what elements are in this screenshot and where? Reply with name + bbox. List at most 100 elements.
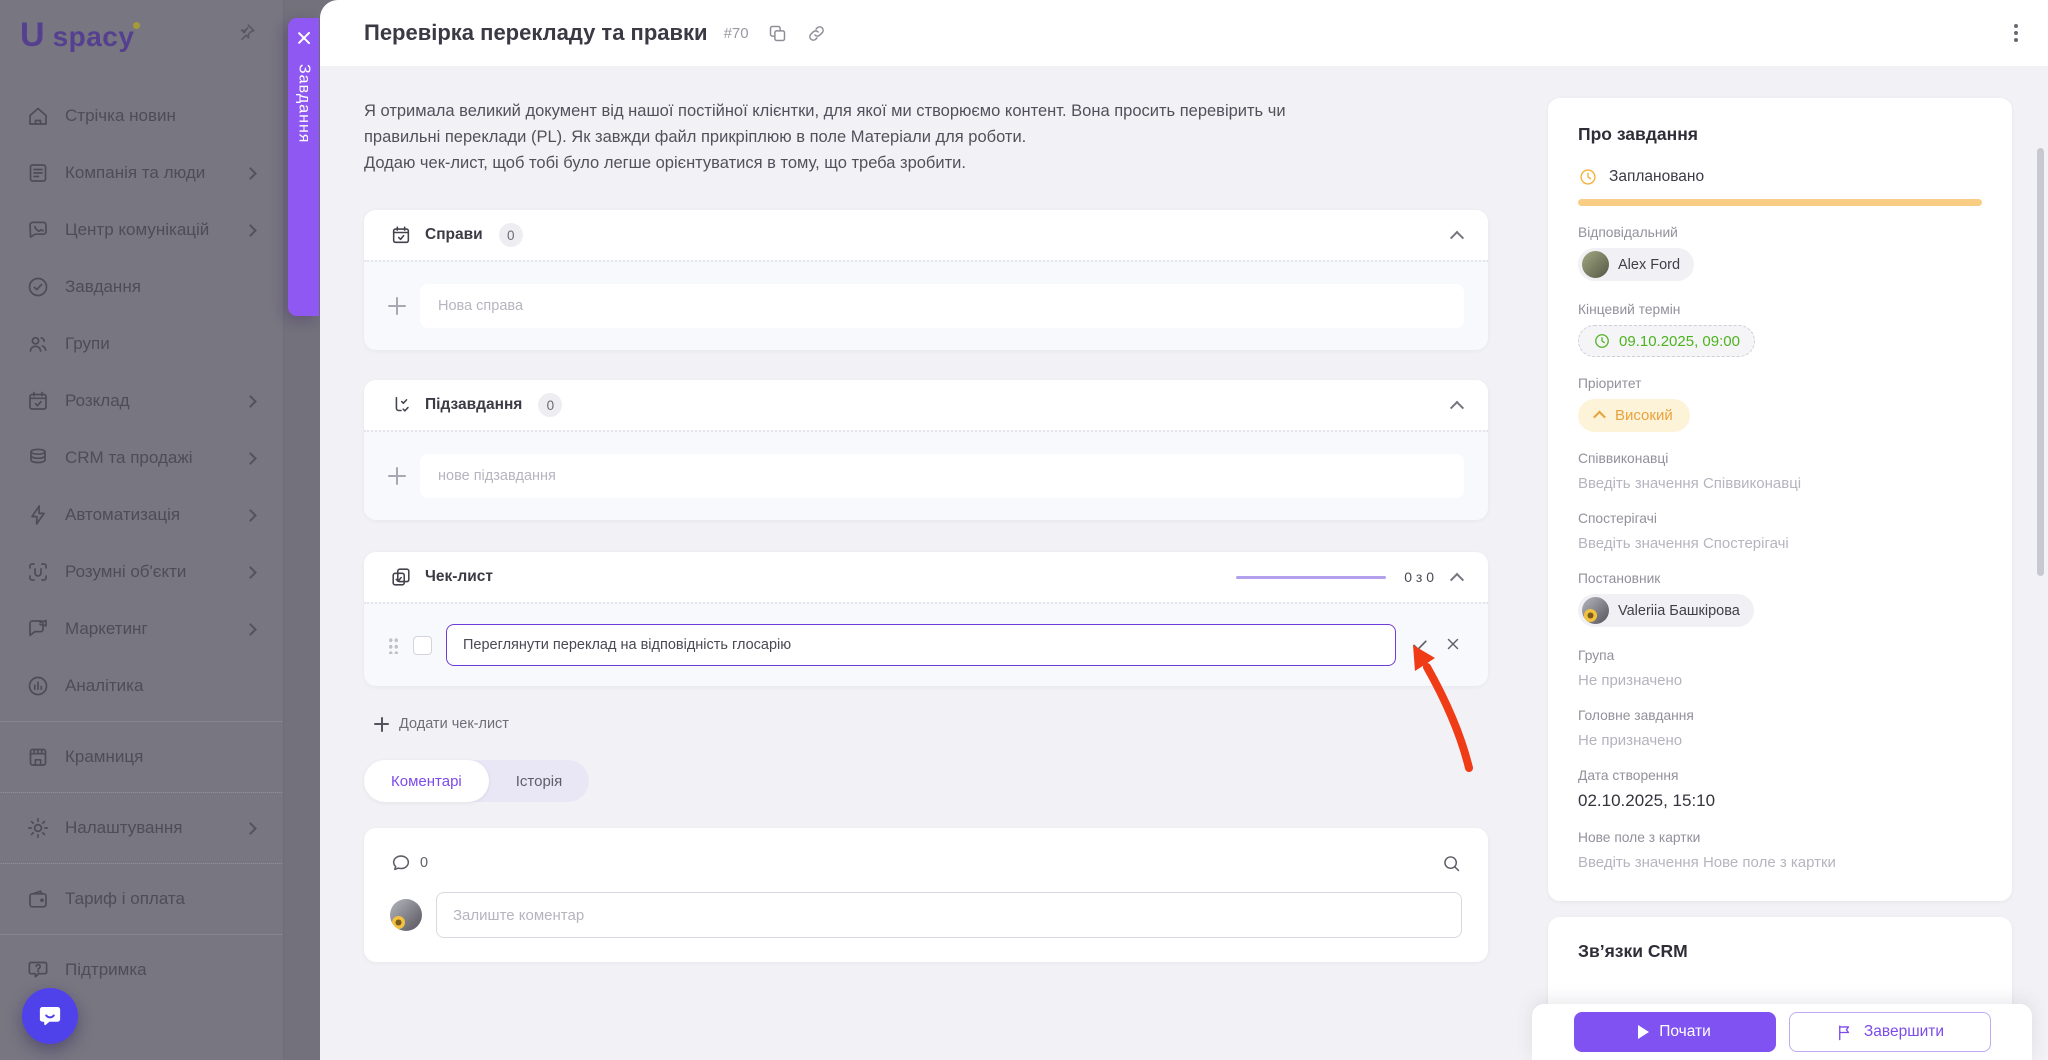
- drag-handle-icon[interactable]: [388, 636, 399, 654]
- start-button-label: Почати: [1659, 1023, 1711, 1041]
- coexecutors-input[interactable]: Введіть значення Співвиконавці: [1578, 475, 1982, 492]
- clock-icon: [1578, 167, 1598, 187]
- close-icon[interactable]: [296, 30, 312, 46]
- sidebar-item-label: Стрічка новин: [65, 106, 259, 126]
- sidebar-nav: Стрічка новин Компанія та люди Центр ком…: [0, 84, 283, 1002]
- logo-u-mark: U: [20, 16, 45, 55]
- confirm-check-icon[interactable]: [1410, 635, 1430, 655]
- tab-comments[interactable]: Коментарі: [364, 760, 489, 802]
- pin-sidebar-icon[interactable]: [235, 22, 257, 44]
- add-checklist-button[interactable]: Додати чек-лист: [374, 716, 509, 732]
- priority-chip[interactable]: Високий: [1578, 399, 1690, 432]
- kebab-menu-icon[interactable]: [2014, 24, 2018, 42]
- sidebar-item-label: Підтримка: [65, 960, 259, 980]
- marketing-icon: [26, 617, 50, 641]
- link-icon[interactable]: [806, 23, 827, 44]
- page-scrollbar[interactable]: [2037, 148, 2044, 576]
- field-label: Головне завдання: [1578, 708, 1982, 723]
- sidebar-item-label: Крамниця: [65, 747, 259, 767]
- sidebar-item-label: Автоматизація: [65, 505, 246, 525]
- sidebar-divider: [0, 934, 283, 935]
- cancel-x-icon[interactable]: [1444, 635, 1464, 655]
- about-title: Про завдання: [1578, 124, 1982, 145]
- sidebar-item-support[interactable]: Підтримка: [0, 945, 283, 995]
- sidebar-item-communications[interactable]: Центр комунікацій: [0, 205, 283, 255]
- count-badge: 0: [499, 223, 523, 247]
- crm-icon: [26, 446, 50, 470]
- sidebar-item-marketing[interactable]: Маркетинг: [0, 604, 283, 654]
- checklist-item-input[interactable]: Переглянути переклад на відповідність гл…: [446, 624, 1396, 666]
- sidebar-divider: [0, 721, 283, 722]
- collapse-chevron-icon[interactable]: [1450, 401, 1464, 415]
- slideover-tab-tasks[interactable]: Завдання: [288, 18, 319, 316]
- checklist-body: Переглянути переклад на відповідність гл…: [364, 602, 1488, 686]
- play-icon: [1638, 1025, 1649, 1039]
- about-task-card: Про завдання Заплановано Відповідальний …: [1548, 98, 2012, 901]
- sidebar-item-shop[interactable]: Крамниця: [0, 732, 283, 782]
- count-badge: 0: [538, 393, 562, 417]
- flag-icon: [1835, 1023, 1854, 1042]
- checklist-item-row: Переглянути переклад на відповідність гл…: [388, 624, 1464, 666]
- field-label: Група: [1578, 648, 1982, 663]
- subtasks-header: Підзавдання 0: [364, 380, 1488, 430]
- sidebar-item-tasks[interactable]: Завдання: [0, 262, 283, 312]
- sidebar-item-automation[interactable]: Автоматизація: [0, 490, 283, 540]
- support-chat-button[interactable]: [22, 988, 78, 1044]
- field-label: Дата створення: [1578, 768, 1982, 783]
- checklist-progress-text: 0 з 0: [1404, 569, 1434, 585]
- uspacy-logo[interactable]: U spacy: [20, 16, 134, 55]
- sidebar-item-crm[interactable]: CRM та продажі: [0, 433, 283, 483]
- sidebar-item-billing[interactable]: Тариф і оплата: [0, 874, 283, 924]
- new-subtask-input[interactable]: нове підзавдання: [420, 454, 1464, 498]
- task-id: #70: [724, 25, 749, 42]
- clock-icon: [1593, 332, 1611, 350]
- sidebar-item-feed[interactable]: Стрічка новин: [0, 91, 283, 141]
- sidebar-item-groups[interactable]: Групи: [0, 319, 283, 369]
- subtasks-section: Підзавдання 0 нове підзавдання: [364, 380, 1488, 520]
- new-case-input[interactable]: Нова справа: [420, 284, 1464, 328]
- field-label: Відповідальний: [1578, 225, 1982, 240]
- calendar-check-icon: [390, 224, 412, 246]
- description-line: правильні переклади (PL). Як завжди файл…: [364, 124, 1488, 150]
- avatar: [1582, 597, 1609, 624]
- chevron-right-icon: [244, 395, 257, 408]
- parent-task-value[interactable]: Не призначено: [1578, 732, 1982, 749]
- observers-input[interactable]: Введіть значення Спостерігачі: [1578, 535, 1982, 552]
- sidebar-item-schedule[interactable]: Розклад: [0, 376, 283, 426]
- avatar: [390, 899, 422, 931]
- checklist-item-checkbox[interactable]: [413, 636, 432, 655]
- sidebar-item-company[interactable]: Компанія та люди: [0, 148, 283, 198]
- subtasks-body: нове підзавдання: [364, 430, 1488, 520]
- sidebar-item-label: Завдання: [65, 277, 259, 297]
- field-label: Кінцевий термін: [1578, 302, 1982, 317]
- comment-input[interactable]: Залиште коментар: [436, 892, 1462, 938]
- search-icon[interactable]: [1441, 853, 1462, 874]
- collapse-chevron-icon[interactable]: [1450, 231, 1464, 245]
- cases-header: Справи 0: [364, 210, 1488, 260]
- author-chip[interactable]: Valeriia Башкірова: [1578, 594, 1754, 627]
- start-button[interactable]: Почати: [1574, 1012, 1776, 1052]
- gear-icon: [26, 816, 50, 840]
- author-name: Valeriia Башкірова: [1618, 603, 1740, 619]
- deadline-chip[interactable]: 09.10.2025, 09:00: [1578, 325, 1755, 357]
- finish-button[interactable]: Завершити: [1789, 1012, 1991, 1052]
- tab-history[interactable]: Історія: [489, 760, 590, 802]
- smart-objects-icon: [26, 560, 50, 584]
- task-description: Я отримала великий документ від нашої по…: [364, 98, 1488, 176]
- plus-icon: [388, 297, 406, 315]
- comments-history-tabs: Коментарі Історія: [364, 760, 589, 802]
- sidebar-item-smart-objects[interactable]: Розумні об'єкти: [0, 547, 283, 597]
- copy-icon[interactable]: [767, 23, 788, 44]
- responsible-chip[interactable]: Alex Ford: [1578, 248, 1694, 281]
- add-checklist-label: Додати чек-лист: [399, 716, 509, 732]
- custom-field-input[interactable]: Введіть значення Нове поле з картки: [1578, 854, 1982, 871]
- group-value[interactable]: Не призначено: [1578, 672, 1982, 689]
- sidebar-item-label: Аналітика: [65, 676, 259, 696]
- sidebar-item-settings[interactable]: Налаштування: [0, 803, 283, 853]
- collapse-chevron-icon[interactable]: [1450, 573, 1464, 587]
- field-label: Нове поле з картки: [1578, 830, 1982, 845]
- sidebar-item-analytics[interactable]: Аналітика: [0, 661, 283, 711]
- priority-value: Високий: [1615, 407, 1673, 424]
- sidebar-divider: [0, 792, 283, 793]
- status-row[interactable]: Заплановано: [1578, 167, 1982, 187]
